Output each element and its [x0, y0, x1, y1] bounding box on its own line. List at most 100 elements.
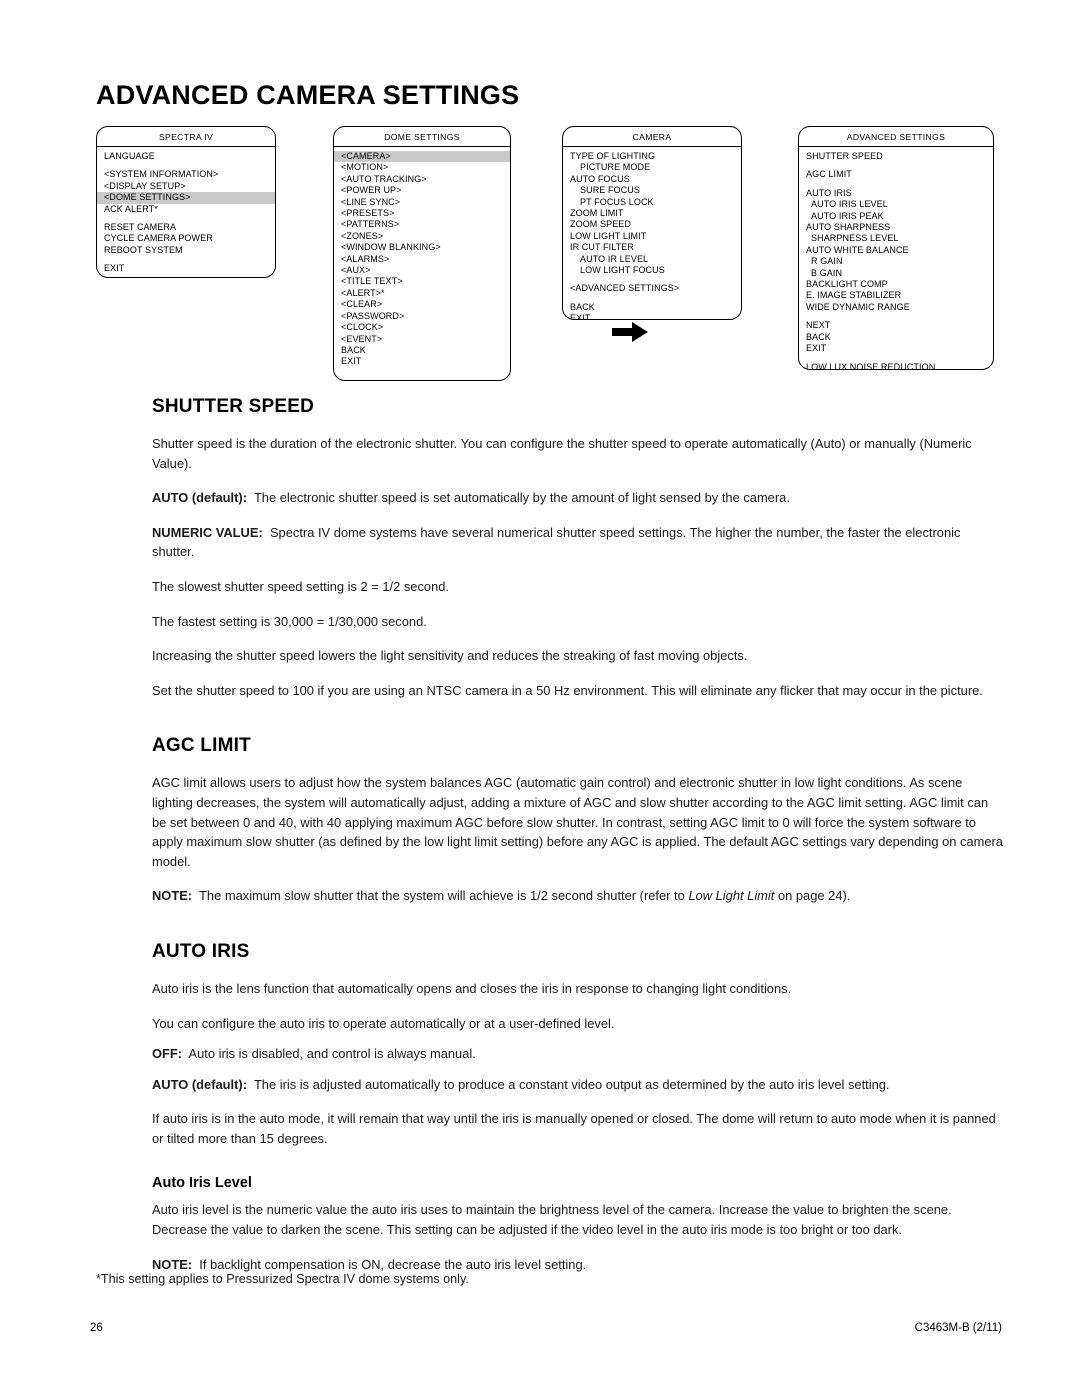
- paragraph: The fastest setting is 30,000 = 1/30,000…: [152, 613, 427, 629]
- paragraph-lead: OFF:: [152, 1046, 183, 1062]
- menu-item[interactable]: <EVENT>: [334, 334, 510, 345]
- menu-item[interactable]: AUTO IRIS LEVEL: [799, 199, 993, 210]
- menu-item-selected[interactable]: <DOME SETTINGS>: [97, 192, 275, 204]
- menu-item[interactable]: B GAIN: [799, 268, 993, 279]
- menu-item[interactable]: <DISPLAY SETUP>: [97, 181, 275, 192]
- paragraph: If auto iris is in the auto mode, it wil…: [152, 1111, 996, 1146]
- paragraph-off: OFF: Auto iris is disabled, and control …: [152, 1044, 1004, 1064]
- menu-item[interactable]: <CLOCK>: [334, 322, 510, 333]
- menu-spacer: [563, 276, 741, 283]
- menu-item[interactable]: BACKLIGHT COMP: [799, 279, 993, 290]
- menu-item[interactable]: CYCLE CAMERA POWER: [97, 233, 275, 244]
- menu-item[interactable]: EXIT: [97, 263, 275, 274]
- menu-item[interactable]: <AUTO TRACKING>: [334, 174, 510, 185]
- menu-item[interactable]: EXIT: [563, 313, 741, 319]
- arrow-right-icon: [612, 322, 648, 342]
- menu-item[interactable]: EXIT: [334, 356, 510, 367]
- menu-item[interactable]: <WINDOW BLANKING>: [334, 242, 510, 253]
- paragraph: The slowest shutter speed setting is 2 =…: [152, 578, 450, 594]
- menu-item[interactable]: IR CUT FILTER: [563, 242, 741, 253]
- menu-item[interactable]: LOW LUX NOISE REDUCTION: [799, 362, 993, 370]
- menu-item[interactable]: NEXT: [799, 320, 993, 331]
- menu-item[interactable]: TYPE OF LIGHTING: [563, 151, 741, 162]
- footnote: *This setting applies to Pressurized Spe…: [96, 1272, 469, 1286]
- section-heading-auto-iris: AUTO IRIS: [152, 940, 250, 962]
- menu-spacer: [799, 313, 993, 320]
- menu-spacer: [799, 181, 993, 188]
- note-text-end: on page 24).: [777, 888, 851, 904]
- menu-item[interactable]: <AUX>: [334, 265, 510, 276]
- menu-item[interactable]: BACK: [334, 345, 510, 356]
- menu-item[interactable]: <SYSTEM INFORMATION>: [97, 169, 275, 180]
- footer-document-code: C3463M-B (2/11): [914, 1322, 1002, 1334]
- menu-item-list: SHUTTER SPEED AGC LIMIT AUTO IRIS AUTO I…: [799, 147, 993, 370]
- menu-item[interactable]: <PASSWORD>: [334, 311, 510, 322]
- menu-item[interactable]: E. IMAGE STABILIZER: [799, 290, 993, 301]
- menu-item[interactable]: <MOTION>: [334, 162, 510, 173]
- paragraph-text: Auto iris is disabled, and control is al…: [188, 1046, 476, 1062]
- menu-spacer: [97, 162, 275, 169]
- menu-item[interactable]: <POWER UP>: [334, 185, 510, 196]
- paragraph: Increasing the shutter speed lowers the …: [152, 648, 748, 664]
- menu-item[interactable]: RESET CAMERA: [97, 222, 275, 233]
- menu-item[interactable]: BACK: [799, 332, 993, 343]
- menu-item[interactable]: <ALERT>*: [334, 288, 510, 299]
- menu-item[interactable]: LOW LIGHT LIMIT: [563, 231, 741, 242]
- menu-item[interactable]: AGC LIMIT: [799, 169, 993, 180]
- menu-item[interactable]: AUTO IRIS: [799, 188, 993, 199]
- menu-item[interactable]: <TITLE TEXT>: [334, 276, 510, 287]
- note-lead: NOTE:: [152, 1256, 193, 1272]
- menu-item[interactable]: SURE FOCUS: [563, 185, 741, 196]
- menu-item[interactable]: <PATTERNS>: [334, 219, 510, 230]
- menu-item[interactable]: <CLEAR>: [334, 299, 510, 310]
- menu-item[interactable]: <LINE SYNC>: [334, 197, 510, 208]
- menu-spacer: [799, 162, 993, 169]
- menu-spacer: [799, 355, 993, 362]
- menu-item[interactable]: EXIT: [799, 343, 993, 354]
- paragraph-auto-default: AUTO (default): The electronic shutter s…: [152, 488, 1004, 508]
- menu-item-selected[interactable]: <CAMERA>: [334, 151, 510, 163]
- menu-box-advanced-settings: ADVANCED SETTINGS SHUTTER SPEED AGC LIMI…: [798, 126, 994, 370]
- menu-item[interactable]: <ZONES>: [334, 231, 510, 242]
- menu-item[interactable]: <ADVANCED SETTINGS>: [563, 283, 741, 294]
- paragraph: You can configure the auto iris to opera…: [152, 1015, 615, 1031]
- menu-item[interactable]: AUTO IRIS PEAK: [799, 211, 993, 222]
- paragraph-lead: NUMERIC VALUE:: [152, 524, 263, 540]
- menu-box-dome-settings: DOME SETTINGS <CAMERA> <MOTION> <AUTO TR…: [333, 126, 511, 381]
- note-lead: NOTE:: [152, 888, 193, 904]
- menu-spacer: [97, 215, 275, 222]
- menu-item[interactable]: R GAIN: [799, 256, 993, 267]
- menu-item[interactable]: SHUTTER SPEED: [799, 151, 993, 162]
- menu-flow-diagram: SPECTRA IV LANGUAGE <SYSTEM INFORMATION>…: [96, 126, 996, 381]
- menu-item[interactable]: <ALARMS>: [334, 254, 510, 265]
- menu-item[interactable]: ZOOM SPEED: [563, 219, 741, 230]
- menu-box-spectra-iv: SPECTRA IV LANGUAGE <SYSTEM INFORMATION>…: [96, 126, 276, 278]
- menu-item[interactable]: <PRESETS>: [334, 208, 510, 219]
- paragraph-text: The iris is adjusted automatically to pr…: [253, 1076, 890, 1092]
- menu-item[interactable]: SHARPNESS LEVEL: [799, 233, 993, 244]
- note-text: If backlight compensation is ON, decreas…: [199, 1256, 587, 1272]
- menu-item[interactable]: PT FOCUS LOCK: [563, 197, 741, 208]
- paragraph-note: NOTE: The maximum slow shutter that the …: [152, 886, 1004, 906]
- menu-item[interactable]: AUTO IR LEVEL: [563, 254, 741, 265]
- paragraph-text: The electronic shutter speed is set auto…: [253, 490, 790, 506]
- menu-item[interactable]: ZOOM LIMIT: [563, 208, 741, 219]
- menu-item[interactable]: AUTO SHARPNESS: [799, 222, 993, 233]
- menu-item[interactable]: AUTO FOCUS: [563, 174, 741, 185]
- menu-title: DOME SETTINGS: [334, 127, 510, 147]
- menu-item[interactable]: LOW LIGHT FOCUS: [563, 265, 741, 276]
- subsection-gap: [152, 1163, 1004, 1175]
- menu-item[interactable]: BACK: [563, 302, 741, 313]
- paragraph: Shutter speed is the duration of the ele…: [152, 436, 972, 471]
- paragraph-numeric-value: NUMERIC VALUE: Spectra IV dome systems h…: [152, 523, 1004, 562]
- menu-item[interactable]: WIDE DYNAMIC RANGE: [799, 302, 993, 313]
- menu-item[interactable]: LANGUAGE: [97, 151, 275, 162]
- menu-item[interactable]: AUTO WHITE BALANCE: [799, 245, 993, 256]
- note-reference: Low Light Limit: [688, 888, 775, 904]
- menu-item[interactable]: PICTURE MODE: [563, 162, 741, 173]
- menu-item[interactable]: REBOOT SYSTEM: [97, 245, 275, 256]
- menu-item[interactable]: ACK ALERT*: [97, 204, 275, 215]
- menu-item-list: LANGUAGE <SYSTEM INFORMATION> <DISPLAY S…: [97, 147, 275, 277]
